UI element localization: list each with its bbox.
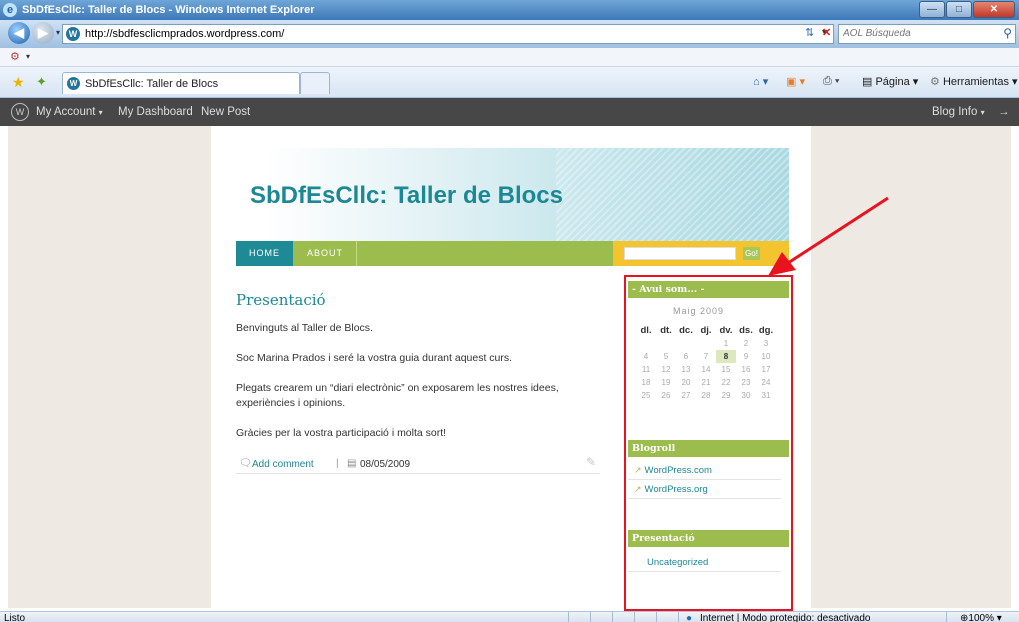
ie-logo-icon: e (3, 3, 17, 17)
post-paragraph: Gràcies per la vostra participació i mol… (236, 427, 447, 439)
annotation-arrow-head (768, 252, 796, 276)
minimize-icon[interactable]: — (919, 1, 945, 18)
post-paragraph: experiències i opinions. (236, 397, 346, 409)
address-url[interactable]: http://sbdfesclicmprados.wordpress.com/ (85, 28, 284, 40)
post-title[interactable]: Presentació (236, 291, 326, 309)
nav-about[interactable]: ABOUT (294, 241, 357, 266)
add-comment-link[interactable]: Add comment (252, 459, 314, 470)
wordpress-logo-icon[interactable]: W (11, 103, 29, 121)
my-account-menu[interactable]: My Account ▾ (36, 106, 103, 118)
meta-separator: | (336, 458, 339, 469)
address-field[interactable]: W http://sbdfesclicmprados.wordpress.com… (62, 24, 834, 44)
stop-icon[interactable]: ✕ (822, 26, 831, 39)
post-paragraph: Soc Marina Prados i seré la vostra guia … (236, 352, 513, 364)
post-date: 08/05/2009 (360, 459, 411, 470)
window-title: SbDfEsCllc: Taller de Blocs - Windows In… (22, 4, 315, 16)
feeds-icon[interactable]: ▣ ▾ (786, 75, 805, 88)
close-icon[interactable]: ✕ (973, 1, 1015, 18)
search-input[interactable] (841, 26, 995, 40)
tab-label: SbDfEsCllc: Taller de Blocs (85, 78, 219, 90)
blog-info-menu[interactable]: Blog Info ▾ (932, 106, 985, 118)
favorites-star-icon[interactable]: ★ (12, 74, 25, 91)
forward-arrow-icon[interactable]: ▶ (32, 22, 54, 44)
arrow-right-icon[interactable]: → (998, 106, 1010, 118)
tab-bar: ★ ✦ W SbDfEsCllc: Taller de Blocs ⌂ ▾ ▣ … (0, 67, 1019, 98)
wp-admin-bar: W My Account ▾ My Dashboard New Post Blo… (0, 98, 1019, 126)
window-title-bar: e SbDfEsCllc: Taller de Blocs - Windows … (0, 0, 1019, 20)
tab-current[interactable]: W SbDfEsCllc: Taller de Blocs (62, 72, 300, 94)
tools-menu-label: Herramientas (942, 76, 1009, 88)
new-tab-button[interactable] (300, 72, 330, 94)
annotation-highlight-box (624, 275, 793, 611)
blog-nav: HOME ABOUT (236, 241, 613, 266)
header-pattern (556, 148, 789, 241)
blog-search-input[interactable] (624, 247, 736, 260)
edit-icon[interactable]: ✎ (586, 455, 596, 469)
status-bar: Listo ● Internet | Modo protegido: desac… (0, 611, 1019, 622)
translate-icon[interactable]: ⚙ (10, 50, 20, 63)
chevron-down-icon: ▾ (980, 108, 985, 117)
my-dashboard-link[interactable]: My Dashboard (118, 106, 193, 118)
links-dropdown-icon[interactable]: ▾ (26, 52, 30, 61)
search-box[interactable]: ⚲ (838, 24, 1016, 44)
refresh-icon[interactable]: ⇅ (805, 26, 814, 39)
print-icon[interactable]: ⎙ ▾ (823, 75, 839, 88)
blog-search-button[interactable]: Go! (743, 247, 760, 260)
document-icon: ▤ (347, 458, 357, 469)
post-paragraph: Benvinguts al Taller de Blocs. (236, 322, 373, 334)
maximize-icon[interactable]: □ (946, 1, 972, 18)
links-bar: ⚙ ▾ (0, 48, 1019, 67)
wordpress-favicon-icon: W (67, 77, 80, 90)
history-dropdown-icon[interactable]: ▾ (56, 28, 60, 37)
chevron-down-icon: ▾ (98, 108, 103, 117)
comment-icon: 🗨 (239, 458, 252, 469)
post-paragraph: Plegats crearem un “diari electrònic” on… (236, 382, 559, 394)
add-favorites-icon[interactable]: ✦ (36, 74, 47, 90)
post-meta: 🗨 Add comment | ▤ 08/05/2009 ✎ (236, 455, 600, 474)
wordpress-favicon-icon: W (66, 27, 80, 41)
search-icon[interactable]: ⚲ (1003, 26, 1012, 40)
annotation-arrow (768, 196, 889, 276)
blog-title[interactable]: SbDfEsCllc: Taller de Blocs (250, 182, 563, 210)
address-toolbar: ◀ ▶ ▾ W http://sbdfesclicmprados.wordpre… (0, 20, 1019, 48)
blog-info-label: Blog Info (932, 106, 978, 118)
page-menu[interactable]: ▤ Página ▾ (862, 75, 918, 88)
new-post-link[interactable]: New Post (201, 106, 250, 118)
my-account-label: My Account (36, 106, 96, 118)
tools-menu[interactable]: ⚙ Herramientas ▾ (930, 75, 1018, 88)
annotation-arrow-line (787, 196, 889, 265)
page-menu-label: Página (875, 76, 910, 88)
home-icon[interactable]: ⌂ ▾ (753, 75, 768, 88)
window-controls: — □ ✕ (918, 1, 1015, 18)
back-arrow-icon[interactable]: ◀ (8, 22, 30, 44)
nav-home[interactable]: HOME (236, 241, 293, 266)
